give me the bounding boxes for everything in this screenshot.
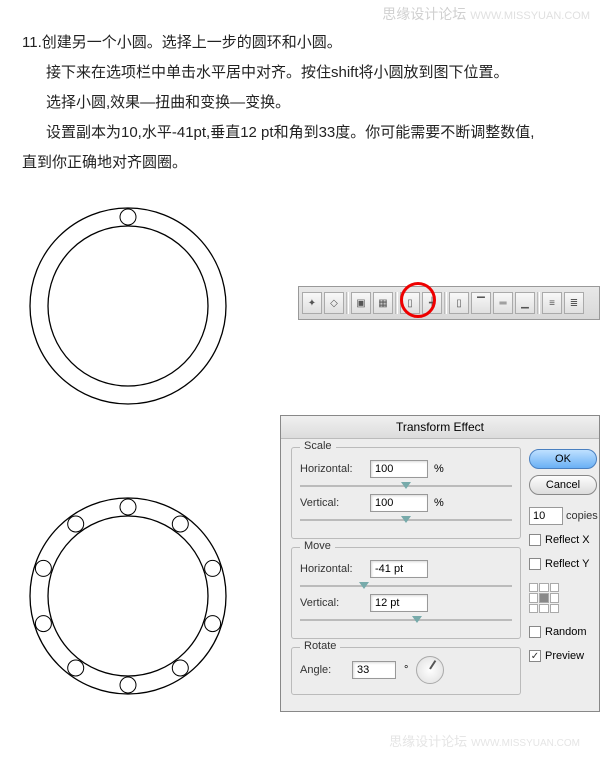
separator	[444, 292, 447, 314]
angle-label: Angle:	[300, 664, 344, 676]
ring-figure-bottom	[22, 490, 234, 702]
scale-legend: Scale	[300, 440, 336, 452]
preview-checkbox[interactable]	[529, 650, 541, 662]
dialog-title: Transform Effect	[281, 416, 599, 439]
rotate-fieldset: Rotate Angle: °	[291, 647, 521, 695]
transform-effect-dialog: Transform Effect Scale Horizontal: % Ver…	[280, 415, 600, 712]
reflect-x-checkbox[interactable]	[529, 534, 541, 546]
cancel-button[interactable]: Cancel	[529, 475, 597, 495]
preview-label: Preview	[545, 650, 584, 662]
tool-wand-icon[interactable]: ✦	[302, 292, 322, 314]
instruction-text: 11.创建另一个小圆。选择上一步的圆环和小圆。 接下来在选项栏中单击水平居中对齐…	[22, 28, 578, 178]
align-toolbar: ✦ ◇ ▣ ▦ ▯ ┿ ▯ ▔ ═ ▁ ≡ ≣	[298, 286, 600, 320]
distribute-v-icon[interactable]: ≣	[564, 292, 584, 314]
content-area: 11.创建另一个小圆。选择上一步的圆环和小圆。 接下来在选项栏中单击水平居中对齐…	[0, 0, 600, 178]
line-2: 接下来在选项栏中单击水平居中对齐。按住shift将小圆放到图下位置。	[46, 58, 578, 88]
line-4: 设置副本为10,水平-41pt,垂直12 pt和角到33度。你可能需要不断调整数…	[46, 118, 578, 148]
random-checkbox[interactable]	[529, 626, 541, 638]
percent-unit: %	[434, 463, 444, 475]
separator	[537, 292, 540, 314]
reflect-x-label: Reflect X	[545, 534, 590, 546]
watermark-top: 思缘设计论坛WWW.MISSYUAN.COM	[382, 4, 590, 24]
percent-unit: %	[434, 497, 444, 509]
align-horizontal-center-icon[interactable]: ┿	[422, 292, 442, 314]
scale-h-slider[interactable]	[300, 482, 512, 490]
watermark-bottom: 思缘设计论坛WWW.MISSYUAN.COM	[389, 731, 580, 750]
scale-v-slider[interactable]	[300, 516, 512, 524]
random-label: Random	[545, 626, 587, 638]
align-vertical-center-icon[interactable]: ═	[493, 292, 513, 314]
move-v-slider[interactable]	[300, 616, 512, 624]
reflect-y-label: Reflect Y	[545, 558, 589, 570]
move-v-input[interactable]	[370, 594, 428, 612]
copies-label: copies	[566, 510, 598, 522]
align-bottom-icon[interactable]: ▁	[515, 292, 535, 314]
separator	[346, 292, 349, 314]
tool-group-icon[interactable]: ▦	[373, 292, 393, 314]
move-h-label: Horizontal:	[300, 563, 370, 575]
reflect-y-checkbox[interactable]	[529, 558, 541, 570]
align-right-icon[interactable]: ▯	[449, 292, 469, 314]
move-v-label: Vertical:	[300, 597, 370, 609]
move-h-slider[interactable]	[300, 582, 512, 590]
ok-button[interactable]: OK	[529, 449, 597, 469]
scale-v-label: Vertical:	[300, 497, 370, 509]
align-left-icon[interactable]: ▯	[400, 292, 420, 314]
ring-figure-top	[22, 200, 234, 412]
line-1: 11.创建另一个小圆。选择上一步的圆环和小圆。	[22, 28, 578, 58]
tool-selection-icon[interactable]: ▣	[351, 292, 371, 314]
anchor-grid[interactable]	[529, 583, 559, 613]
degree-unit: °	[404, 664, 408, 676]
separator	[395, 292, 398, 314]
scale-h-input[interactable]	[370, 460, 428, 478]
scale-fieldset: Scale Horizontal: % Vertical: %	[291, 447, 521, 539]
scale-v-input[interactable]	[370, 494, 428, 512]
align-top-icon[interactable]: ▔	[471, 292, 491, 314]
move-fieldset: Move Horizontal: Vertical:	[291, 547, 521, 639]
move-legend: Move	[300, 540, 335, 552]
angle-input[interactable]	[352, 661, 396, 679]
scale-h-label: Horizontal:	[300, 463, 370, 475]
rotate-dial[interactable]	[416, 656, 444, 684]
copies-input[interactable]	[529, 507, 563, 525]
line-3: 选择小圆,效果—扭曲和变换—变换。	[46, 88, 578, 118]
tool-path-icon[interactable]: ◇	[324, 292, 344, 314]
move-h-input[interactable]	[370, 560, 428, 578]
line-5: 直到你正确地对齐圆圈。	[22, 148, 578, 178]
rotate-legend: Rotate	[300, 640, 340, 652]
distribute-h-icon[interactable]: ≡	[542, 292, 562, 314]
